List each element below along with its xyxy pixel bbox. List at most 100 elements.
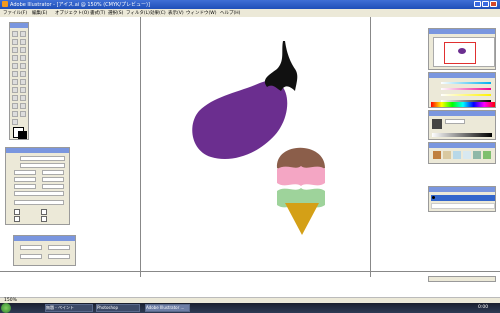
stroke-weight-field[interactable]: [445, 119, 465, 124]
swatch-green[interactable]: [483, 151, 491, 159]
layer-row-2[interactable]: [431, 203, 495, 209]
taskbar-item-label: 無題 - ペイント: [46, 305, 74, 310]
selection-tool-icon[interactable]: [12, 31, 18, 37]
layers-panel: [428, 186, 496, 212]
taskbar-item-photoshop[interactable]: Photoshop: [96, 304, 140, 312]
horizontal-scale-field[interactable]: [42, 184, 64, 189]
brush-tool-icon[interactable]: [12, 63, 18, 69]
y-position-field[interactable]: [20, 254, 42, 259]
navigator-panel-titlebar[interactable]: [429, 29, 495, 34]
taskbar-item-label: Adobe Illustrator ...: [146, 305, 185, 310]
window-title: Adobe Illustrator - [アイス.ai @ 150% (CMYK…: [10, 2, 150, 8]
gradient-ramp[interactable]: [432, 133, 492, 137]
eggplant-stem: [264, 41, 298, 91]
toolbox-titlebar[interactable]: [10, 23, 28, 28]
font-size-field[interactable]: [14, 170, 36, 175]
type-tool-icon[interactable]: [20, 47, 26, 53]
mesh-tool-icon[interactable]: [12, 95, 18, 101]
menu-select[interactable]: 選択(S): [108, 10, 123, 16]
free-transform-tool-icon[interactable]: [20, 79, 26, 85]
eyedropper-tool-icon[interactable]: [12, 103, 18, 109]
menu-help[interactable]: ヘルプ(H): [220, 10, 240, 16]
paragraph-option-field[interactable]: [14, 200, 64, 205]
stroke-panel: [428, 110, 496, 140]
zoom-tool-icon[interactable]: [12, 119, 18, 125]
pen-tool-icon[interactable]: [12, 47, 18, 53]
navigator-thumbnail-eggplant: [458, 48, 466, 54]
artboard-left-edge: [140, 17, 141, 277]
leading-field[interactable]: [42, 170, 64, 175]
blend-tool-icon[interactable]: [20, 103, 26, 109]
magic-wand-tool-icon[interactable]: [12, 39, 18, 45]
swatch-beige[interactable]: [443, 151, 451, 159]
title-bar: Adobe Illustrator - [アイス.ai @ 150% (CMYK…: [0, 0, 500, 9]
pencil-tool-icon[interactable]: [20, 63, 26, 69]
color-spectrum-bar[interactable]: [431, 102, 495, 107]
layers-panel-footer: [428, 276, 496, 282]
color-panel: [428, 72, 496, 108]
taskbar-item-paint[interactable]: 無題 - ペイント: [45, 304, 93, 312]
height-field[interactable]: [48, 254, 70, 259]
toolbox-panel: [9, 22, 29, 140]
rectangle-tool-icon[interactable]: [20, 55, 26, 61]
warp-tool-icon[interactable]: [12, 79, 18, 85]
navigator-preview[interactable]: [433, 37, 495, 67]
kerning-field[interactable]: [14, 177, 36, 182]
font-family-field[interactable]: [20, 156, 65, 161]
menu-type[interactable]: 書式(T): [90, 10, 105, 16]
option-checkbox-2[interactable]: [41, 209, 47, 215]
menu-edit[interactable]: 編集(E): [32, 10, 47, 16]
width-field[interactable]: [48, 245, 70, 250]
layer-row-1[interactable]: [431, 195, 495, 201]
eye-visibility-icon[interactable]: [432, 196, 435, 199]
transform-panel-titlebar[interactable]: [14, 236, 75, 241]
magenta-slider[interactable]: [441, 88, 491, 90]
layers-panel-titlebar[interactable]: [429, 187, 495, 192]
font-style-field[interactable]: [20, 163, 65, 168]
navigator-panel: [428, 28, 496, 70]
rotate-tool-icon[interactable]: [12, 71, 18, 77]
artwork[interactable]: [185, 35, 325, 245]
character-panel-titlebar[interactable]: [6, 148, 69, 153]
direct-selection-tool-icon[interactable]: [20, 31, 26, 37]
maximize-button[interactable]: [482, 1, 489, 7]
menu-filter[interactable]: フィルタ(L): [126, 10, 150, 16]
lasso-tool-icon[interactable]: [20, 39, 26, 45]
gradient-swatch[interactable]: [432, 119, 442, 129]
swatch-teal[interactable]: [473, 151, 481, 159]
stroke-panel-titlebar[interactable]: [429, 111, 495, 116]
scissors-tool-icon[interactable]: [12, 111, 18, 117]
swatch-light-blue[interactable]: [453, 151, 461, 159]
symbol-sprayer-tool-icon[interactable]: [12, 87, 18, 93]
color-panel-titlebar[interactable]: [429, 73, 495, 78]
gradient-tool-icon[interactable]: [20, 95, 26, 101]
language-field[interactable]: [14, 191, 64, 196]
close-button[interactable]: [490, 1, 497, 7]
vertical-scale-field[interactable]: [14, 184, 36, 189]
menu-window[interactable]: ウィンドウ(W): [186, 10, 216, 16]
line-tool-icon[interactable]: [12, 55, 18, 61]
character-panel: [5, 147, 70, 225]
option-checkbox-1[interactable]: [14, 209, 20, 215]
graph-tool-icon[interactable]: [20, 87, 26, 93]
minimize-button[interactable]: [474, 1, 481, 7]
menu-file[interactable]: ファイル(F): [3, 10, 27, 16]
swatch-brown[interactable]: [433, 151, 441, 159]
tracking-field[interactable]: [42, 177, 64, 182]
hand-tool-icon[interactable]: [20, 111, 26, 117]
yellow-slider[interactable]: [441, 94, 491, 96]
menu-effect[interactable]: 効果(C): [150, 10, 166, 16]
swatches-panel-titlebar[interactable]: [429, 143, 495, 148]
taskbar-item-illustrator[interactable]: Adobe Illustrator ...: [145, 304, 190, 312]
option-checkbox-3[interactable]: [14, 216, 20, 222]
option-checkbox-4[interactable]: [41, 216, 47, 222]
swatches-panel: [428, 142, 496, 164]
menu-object[interactable]: オブジェクト(O): [55, 10, 89, 16]
swatch-pale-blue[interactable]: [463, 151, 471, 159]
stroke-swatch[interactable]: [18, 131, 27, 139]
menu-view[interactable]: 表示(V): [168, 10, 184, 16]
scale-tool-icon[interactable]: [20, 71, 26, 77]
x-position-field[interactable]: [20, 245, 42, 250]
cyan-slider[interactable]: [441, 82, 491, 84]
start-button[interactable]: [1, 303, 11, 313]
